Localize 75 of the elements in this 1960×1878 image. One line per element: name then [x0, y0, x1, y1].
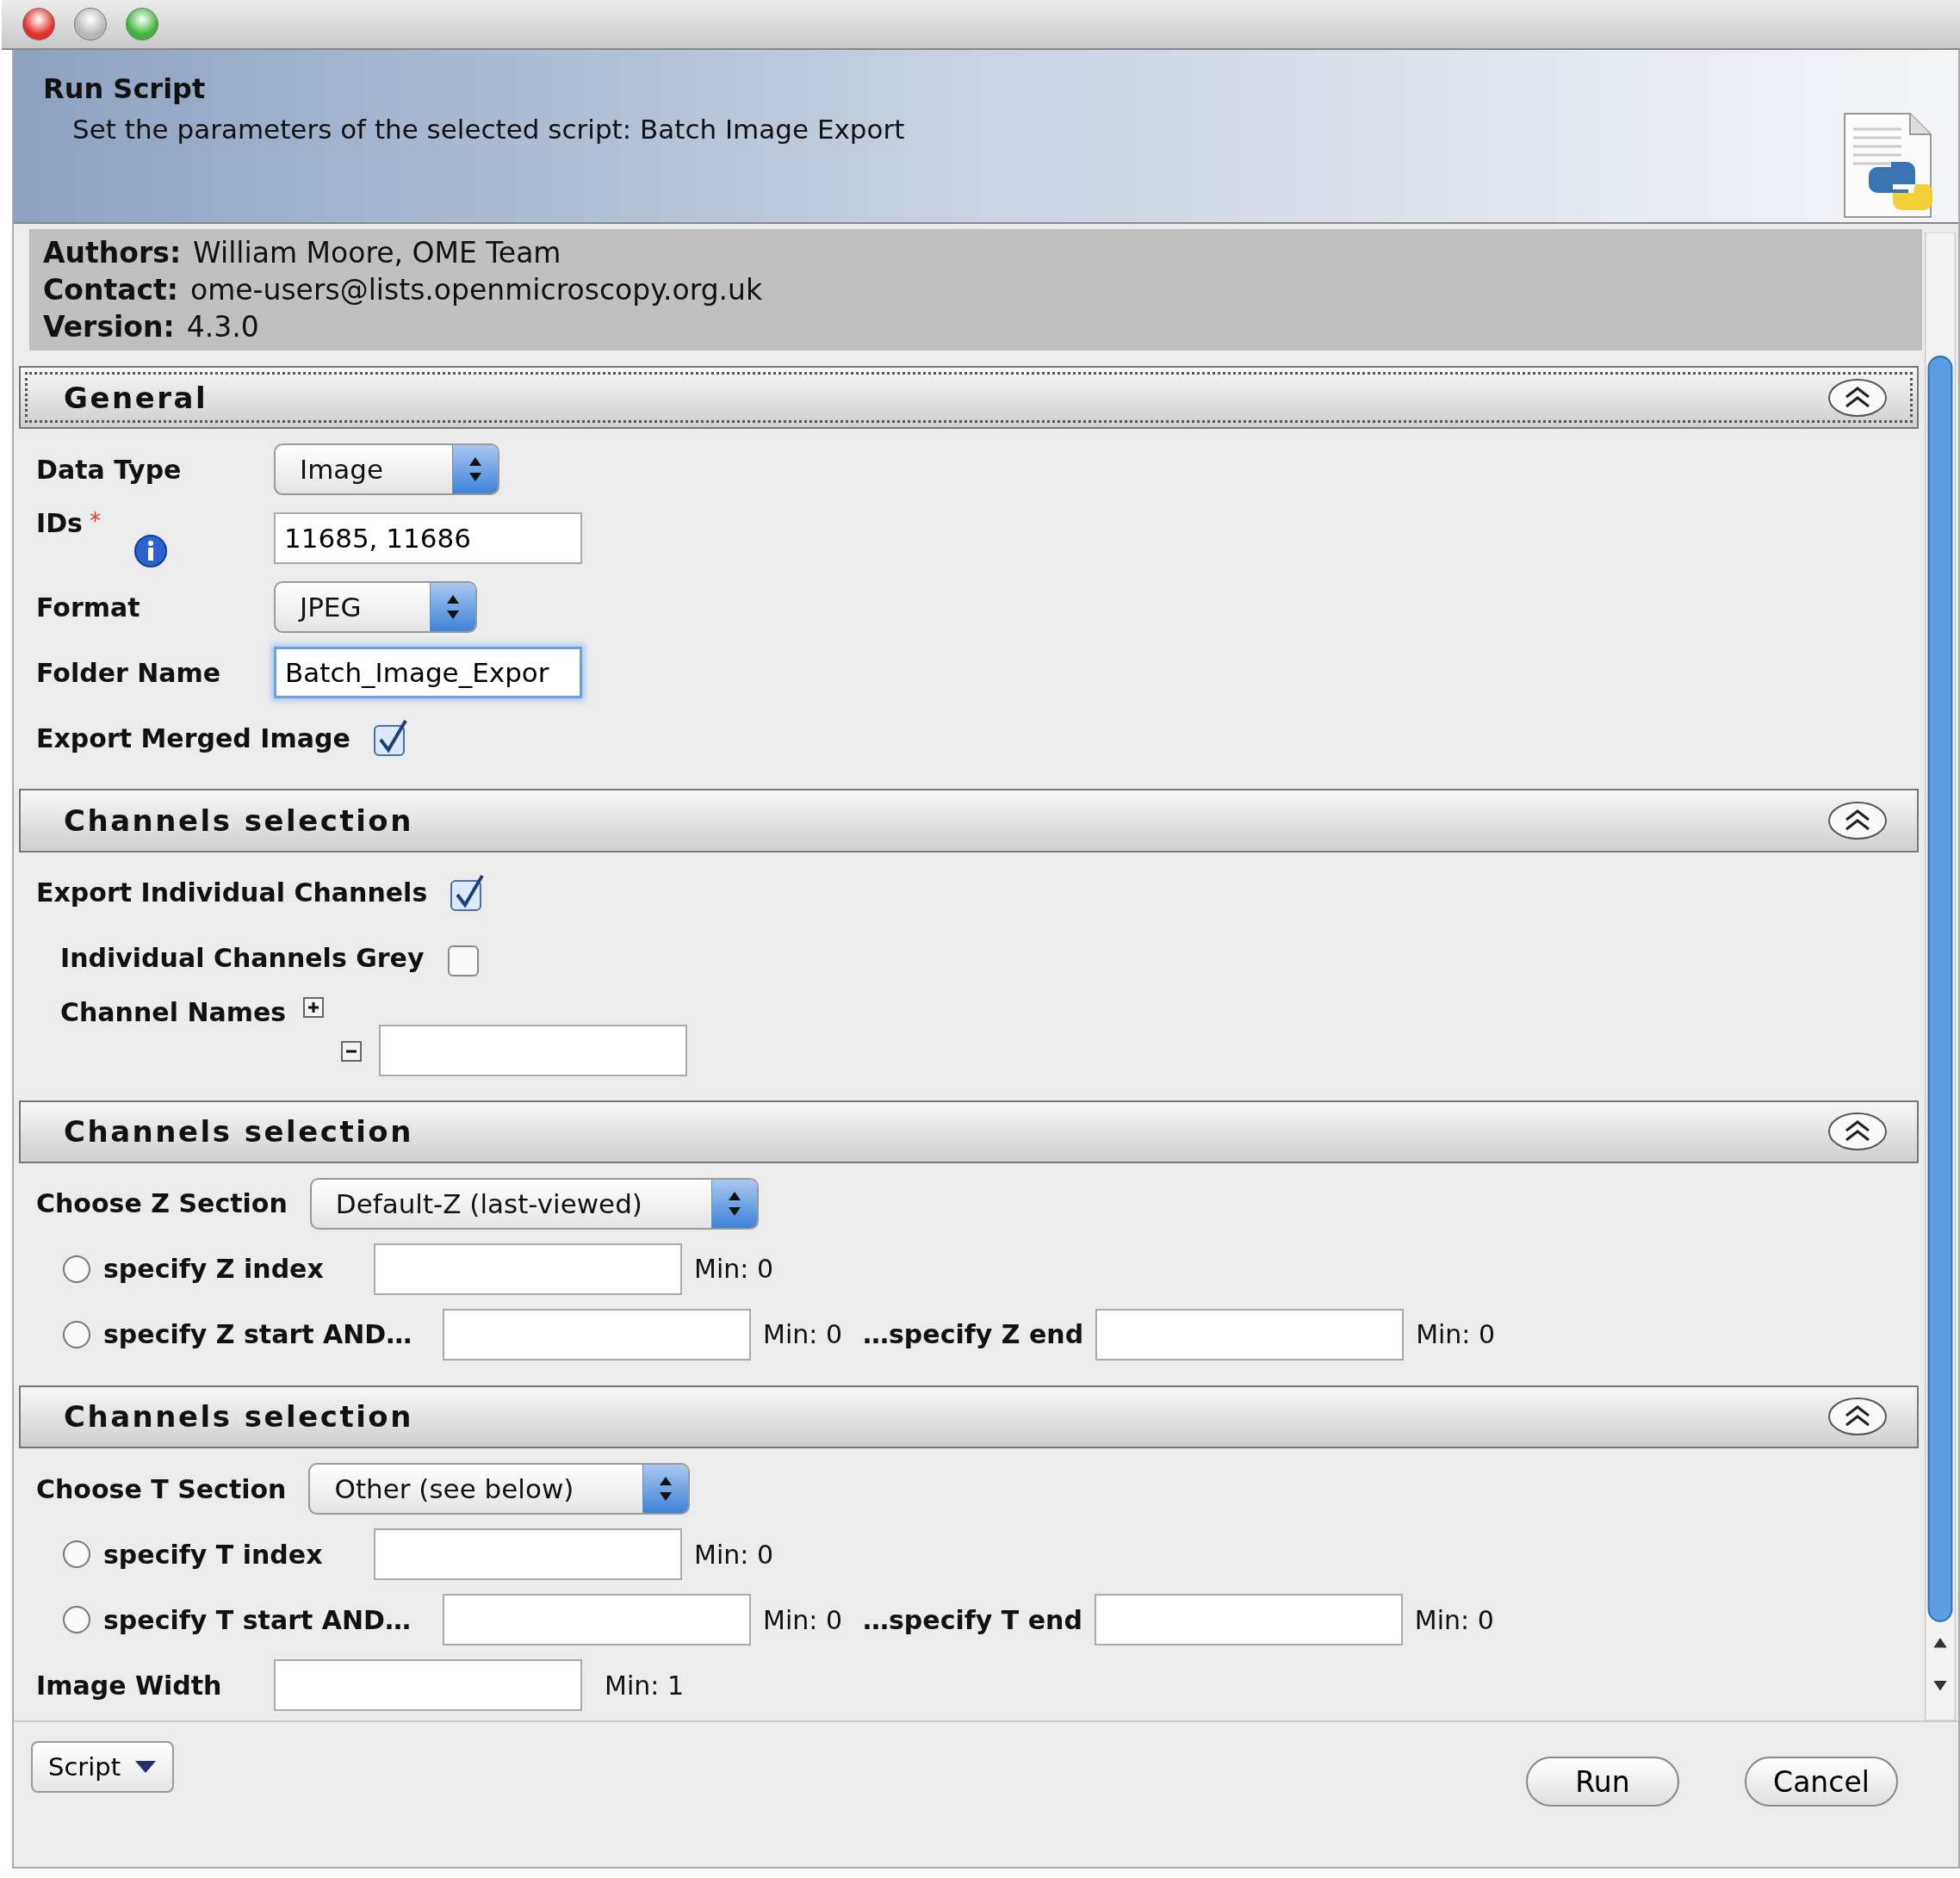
zoom-button[interactable]: [126, 8, 158, 40]
close-button[interactable]: [22, 8, 55, 40]
radio-button[interactable]: [62, 1319, 91, 1349]
add-icon[interactable]: [303, 996, 325, 1018]
text-field[interactable]: [274, 1659, 582, 1711]
field-label: Format: [36, 592, 141, 623]
field-label: …specify Z end: [862, 1319, 1084, 1350]
dropdown[interactable]: Other (see below): [308, 1463, 691, 1515]
min-hint: Min: 0: [1414, 1604, 1494, 1635]
minimize-button[interactable]: [74, 8, 107, 40]
text-field[interactable]: [374, 1528, 682, 1580]
field-label: Data Type: [36, 454, 183, 485]
caret-icon: [134, 1760, 158, 1774]
field-label: Channel Names: [60, 996, 287, 1027]
scrollbar[interactable]: [1923, 232, 1957, 1720]
min-hint: Min: 1: [605, 1670, 684, 1701]
info-label: Version:: [43, 310, 175, 344]
dialog-button[interactable]: Run: [1526, 1757, 1679, 1807]
checkbox-label: Individual Channels Grey: [60, 943, 425, 973]
radio-button[interactable]: [62, 1605, 91, 1634]
info-value: ome-users@lists.openmicroscopy.org.uk: [189, 273, 763, 307]
info-label: Authors:: [43, 236, 182, 270]
radio-label: specify T start AND…: [103, 1604, 412, 1635]
required-mark: *: [89, 508, 101, 535]
remove-icon[interactable]: [341, 1040, 363, 1062]
radio-button[interactable]: [62, 1540, 91, 1569]
section-header[interactable]: Channels selection: [19, 1385, 1919, 1448]
info-icon[interactable]: [133, 534, 168, 569]
min-hint: Min: 0: [763, 1604, 842, 1635]
stepper-arrows-icon: [452, 445, 499, 494]
text-field[interactable]: [379, 1024, 688, 1076]
collapse-icon[interactable]: [1827, 377, 1888, 418]
collapse-icon[interactable]: [1827, 1112, 1888, 1152]
min-hint: Min: 0: [1416, 1319, 1496, 1350]
dropdown[interactable]: JPEG: [274, 581, 478, 634]
field-label: Choose Z Section: [36, 1188, 288, 1219]
checkbox-label: Export Individual Channels: [36, 877, 428, 908]
field-label: Folder Name: [36, 657, 221, 688]
section-header[interactable]: Channels selection: [19, 1100, 1919, 1163]
dropdown[interactable]: Image: [274, 443, 500, 496]
info-label: Contact:: [43, 273, 178, 307]
text-field[interactable]: 11685, 11686: [274, 512, 582, 565]
checkbox-label: Export Merged Image: [36, 722, 350, 753]
min-hint: Min: 0: [763, 1319, 842, 1350]
field-label: IDs: [36, 508, 83, 541]
text-field[interactable]: [443, 1308, 751, 1360]
radio-label: specify Z start AND…: [103, 1319, 413, 1350]
stepper-arrows-icon: [430, 583, 476, 632]
field-label: Image Width: [36, 1670, 222, 1701]
info-value: William Moore, OME Team: [193, 236, 561, 270]
dialog-title: Run Script: [43, 72, 207, 105]
collapse-icon[interactable]: [1827, 800, 1888, 840]
dialog-button[interactable]: Cancel: [1745, 1757, 1898, 1807]
collapse-icon[interactable]: [1827, 1397, 1888, 1437]
stepper-arrows-icon: [710, 1179, 757, 1228]
radio-label: specify T index: [103, 1539, 324, 1570]
script-menu-button[interactable]: Script: [31, 1741, 175, 1793]
section-header[interactable]: Channels selection: [19, 789, 1919, 852]
section-header[interactable]: General: [19, 366, 1919, 430]
field-label: …specify T end: [862, 1604, 1082, 1635]
field-label: Choose T Section: [36, 1473, 287, 1504]
text-field[interactable]: Batch_Image_Expor: [274, 647, 582, 699]
dialog-subtitle: Set the parameters of the selected script: Batch Image Export: [72, 114, 905, 145]
text-field[interactable]: [1095, 1308, 1405, 1360]
info-value: 4.3.0: [186, 310, 259, 344]
text-field[interactable]: [374, 1243, 682, 1295]
dropdown[interactable]: Default-Z (last-viewed): [309, 1177, 759, 1230]
min-hint: Min: 0: [694, 1254, 773, 1285]
min-hint: Min: 0: [694, 1539, 773, 1570]
radio-button[interactable]: [62, 1254, 91, 1284]
stepper-arrows-icon: [642, 1465, 689, 1513]
radio-label: specify Z index: [103, 1254, 325, 1285]
checkbox[interactable]: [372, 719, 409, 758]
text-field[interactable]: [1094, 1594, 1403, 1646]
text-field[interactable]: [443, 1594, 751, 1646]
